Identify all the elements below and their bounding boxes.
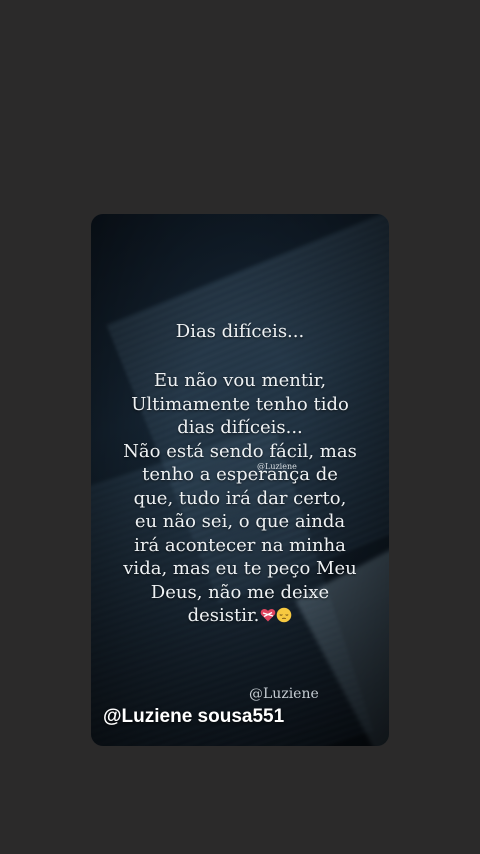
story-card[interactable]: Dias difíceis... Eu não vou mentir, Ulti… <box>91 214 389 746</box>
quote-line: dias difíceis... <box>177 417 303 438</box>
mending-heart-icon <box>261 609 276 622</box>
pensive-face-icon <box>277 607 292 623</box>
story-viewer: Dias difíceis... Eu não vou mentir, Ulti… <box>0 0 480 854</box>
username-overlay[interactable]: @Luziene sousa551 <box>103 706 284 728</box>
quote-line: vida, mas eu te peço Meu <box>123 558 357 579</box>
quote-line: Ultimamente tenho tido <box>131 393 349 415</box>
quote-title: Dias difíceis... <box>175 321 305 342</box>
emoji-group <box>260 604 292 628</box>
quote-line: tenho a esperança de <box>142 464 338 485</box>
quote-line: que, tudo irá dar certo, <box>133 487 347 509</box>
bottom-watermark: @Luziene <box>249 686 319 702</box>
quote-line: Não está sendo fácil, mas <box>123 440 357 462</box>
inline-watermark: @Luziene <box>257 462 297 471</box>
quote-line: Eu não vou mentir, <box>153 370 327 391</box>
quote-line-last: desistir. <box>91 604 389 628</box>
quote-line: Deus, não me deixe <box>150 581 330 603</box>
quote-line-text: desistir. <box>187 605 260 626</box>
quote-line: irá acontecer na minha <box>134 534 346 556</box>
quote-body: Eu não vou mentir, Ultimamente tenho tid… <box>91 369 389 628</box>
quote-line: eu não sei, o que ainda <box>134 511 346 532</box>
